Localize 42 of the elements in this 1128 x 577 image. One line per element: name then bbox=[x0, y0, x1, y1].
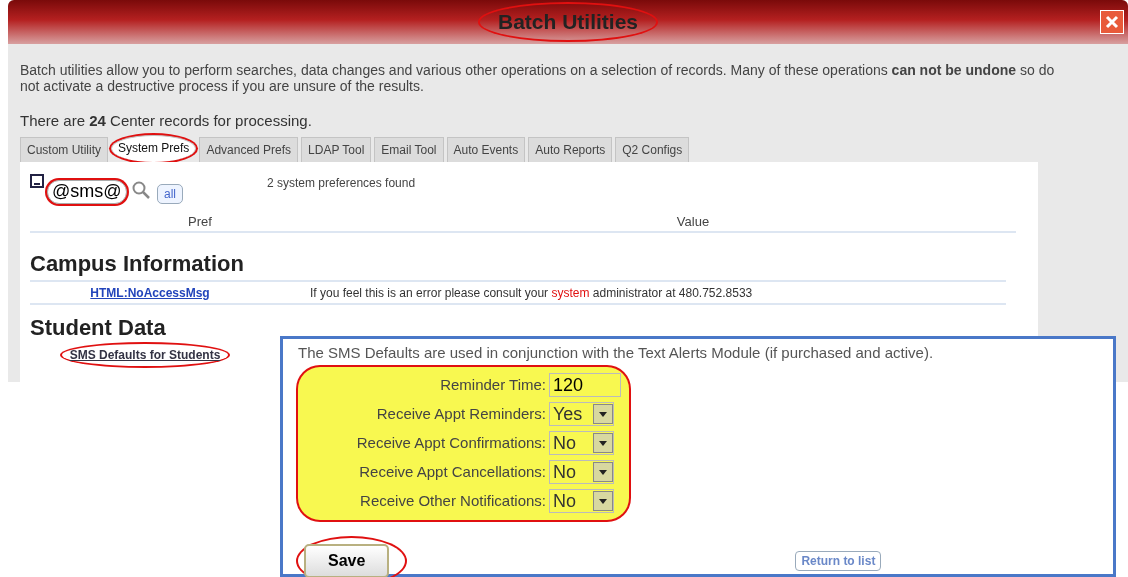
tab[interactable]: Auto Events bbox=[446, 136, 526, 162]
tab[interactable]: Q2 Configs bbox=[615, 136, 690, 162]
preference-value: If you feel this is an error please consult your system administrator at 480.752.8533 bbox=[310, 284, 753, 302]
section-heading: Campus Information bbox=[30, 250, 244, 278]
text-field[interactable]: 120 bbox=[549, 373, 621, 397]
search-field[interactable]: @sms@ bbox=[47, 179, 127, 204]
tab[interactable]: Custom Utility bbox=[20, 136, 108, 162]
intro-text: The SMS Defaults are used in conjunction with the Text Alerts Module (if purchased and active). bbox=[298, 343, 935, 363]
caret-icon bbox=[599, 440, 607, 446]
tab[interactable]: Advanced Prefs bbox=[199, 136, 299, 162]
field-label: Receive Appt Confirmations: bbox=[355, 432, 546, 453]
column-header: Value bbox=[676, 213, 710, 229]
checkbox-icon[interactable] bbox=[30, 173, 44, 188]
save-button[interactable]: Save bbox=[304, 543, 390, 577]
record-count-text: There are 24 Center records for processing. bbox=[20, 111, 313, 131]
dropdown[interactable]: No bbox=[549, 489, 614, 513]
field-label: Receive Other Notifications: bbox=[359, 490, 546, 511]
field-label: Reminder Time: bbox=[439, 374, 546, 395]
tab[interactable]: System Prefs bbox=[111, 134, 197, 162]
tab[interactable]: LDAP Tool bbox=[301, 136, 372, 162]
pref-link[interactable]: HTML:NoAccessMsg bbox=[90, 286, 210, 300]
description-text: Batch utilities allow you to perform searches, data changes and various other operations on a selection of records. Many of these operations can not be undone so do not activate a destructive process if you are unsure of the results. bbox=[20, 62, 1056, 94]
caret-icon bbox=[599, 411, 607, 417]
all-button[interactable]: all bbox=[157, 183, 183, 204]
dropdown[interactable]: No bbox=[549, 460, 614, 484]
caret-icon bbox=[599, 469, 607, 475]
window-title: Batch Utilities bbox=[480, 4, 656, 40]
tab[interactable]: Auto Reports bbox=[528, 136, 613, 162]
section-heading: Student Data bbox=[30, 314, 166, 342]
field-label: Receive Appt Reminders: bbox=[375, 403, 546, 424]
tab[interactable]: Email Tool bbox=[374, 136, 444, 162]
return-to-list-button[interactable]: Return to list bbox=[795, 550, 882, 571]
result-count: 2 system preferences found bbox=[267, 174, 416, 192]
dropdown[interactable]: No bbox=[549, 431, 614, 455]
pref-link[interactable]: SMS Defaults for Students bbox=[61, 344, 229, 366]
search-icon[interactable] bbox=[131, 179, 151, 200]
field-label: Receive Appt Cancellations: bbox=[358, 461, 546, 482]
caret-icon bbox=[599, 498, 607, 504]
dropdown[interactable]: Yes bbox=[549, 402, 614, 426]
close-button[interactable] bbox=[1100, 10, 1124, 34]
close-icon bbox=[1105, 15, 1119, 29]
column-header: Pref bbox=[188, 213, 212, 229]
